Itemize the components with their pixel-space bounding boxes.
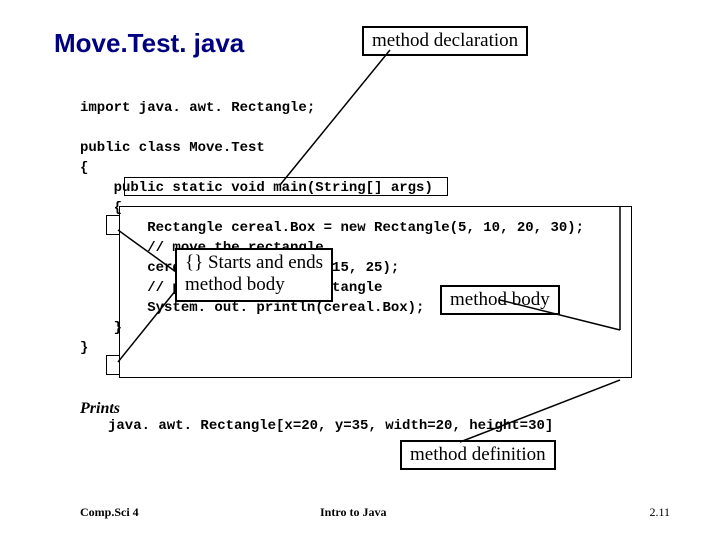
footer-center: Intro to Java — [320, 505, 386, 520]
output-label: Prints — [80, 400, 120, 418]
callout-method-definition: method definition — [400, 440, 556, 470]
code-line: } — [80, 320, 122, 336]
footer-left: Comp.Sci 4 — [80, 505, 139, 520]
highlight-box-close-brace — [106, 355, 120, 375]
callout-method-declaration: method declaration — [362, 26, 528, 56]
callout-braces-line1: {} Starts and ends — [185, 252, 323, 273]
highlight-box-open-brace — [106, 215, 120, 235]
callout-method-body: method body — [440, 285, 560, 315]
code-line: } — [80, 340, 88, 356]
code-line: import java. awt. Rectangle; — [80, 100, 315, 116]
output-text: java. awt. Rectangle[x=20, y=35, width=2… — [108, 418, 553, 434]
code-line: public class Move.Test — [80, 140, 265, 156]
callout-braces: {} Starts and ends method body — [175, 248, 333, 302]
slide-title: Move.Test. java — [54, 28, 244, 59]
highlight-box-args — [124, 177, 448, 196]
code-line: { — [80, 160, 88, 176]
callout-braces-line2: method body — [185, 274, 285, 295]
footer-right: 2.11 — [649, 505, 670, 520]
code-line: { — [80, 200, 122, 216]
